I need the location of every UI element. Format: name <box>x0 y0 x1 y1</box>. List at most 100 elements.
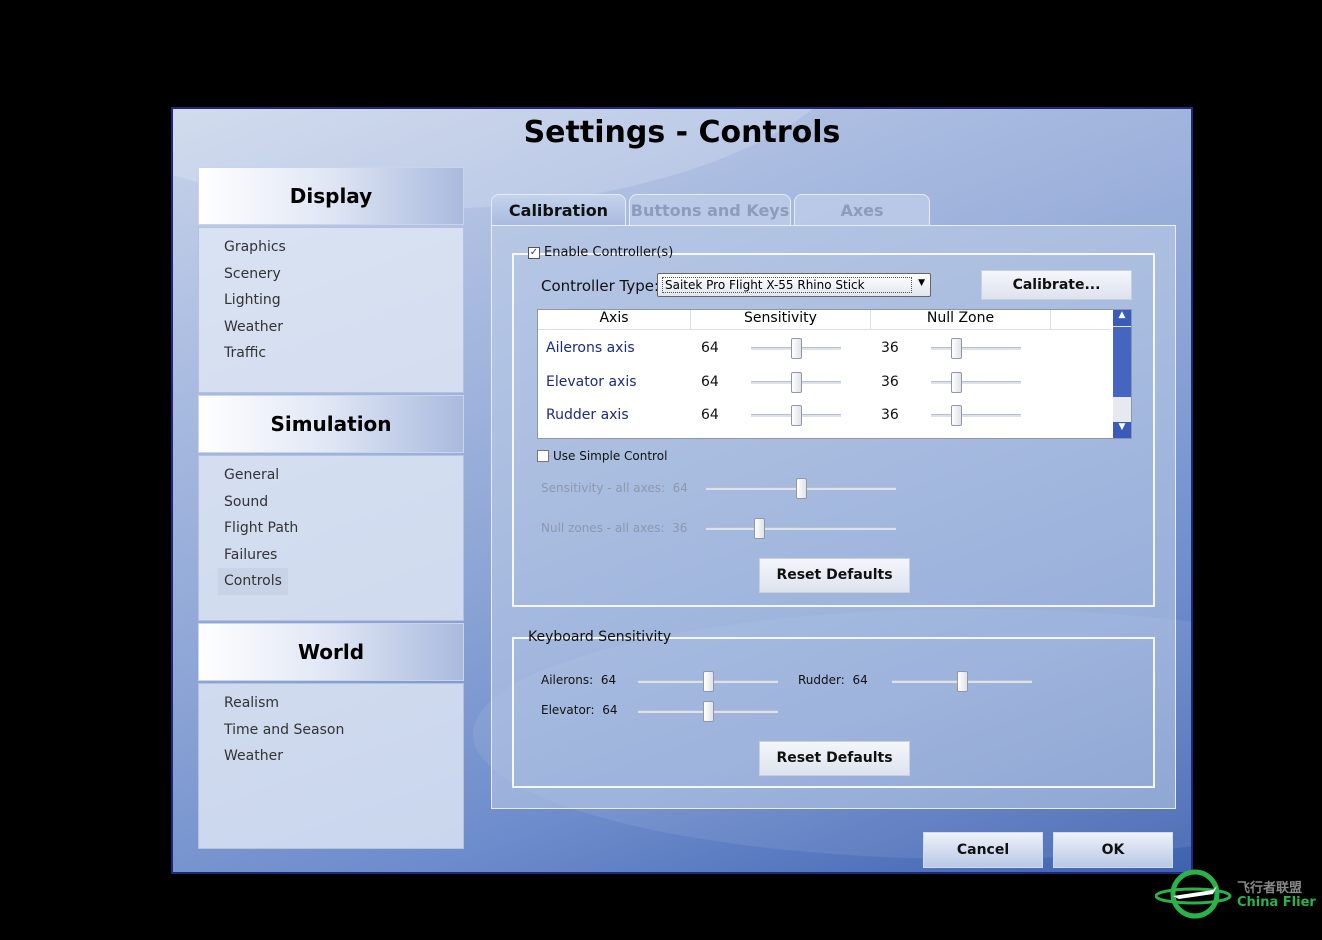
null-zone-value: 36 <box>881 373 899 390</box>
sidebar-row: Weather <box>199 743 463 770</box>
sidebar-item-graphics[interactable]: Graphics <box>218 234 292 261</box>
sidebar-item-traffic[interactable]: Traffic <box>218 340 272 367</box>
slider-thumb[interactable] <box>951 371 963 393</box>
axis-name: Elevator axis <box>546 373 637 390</box>
elevator-slider[interactable] <box>638 701 778 722</box>
sidebar-item-time-and-season[interactable]: Time and Season <box>218 717 350 744</box>
table-row[interactable]: Elevator axis 64 36 <box>538 371 1111 402</box>
slider-thumb[interactable] <box>951 338 963 359</box>
scroll-thumb[interactable] <box>1113 327 1131 397</box>
enable-controller-text: Enable Controller(s) <box>544 245 674 260</box>
chevron-down-icon: ▼ <box>918 278 925 288</box>
sidebar-row: Graphics <box>199 234 463 261</box>
watermark-logo-icon <box>1154 869 1232 919</box>
simple-control-checkbox[interactable] <box>537 450 549 462</box>
tab-calibration[interactable]: Calibration <box>491 194 626 226</box>
elevator-value: 64 <box>602 703 618 717</box>
sensitivity-all-text: Sensitivity - all axes: <box>541 481 666 495</box>
axis-table: Axis Sensitivity Null Zone Ailerons axis… <box>537 309 1132 439</box>
slider-thumb[interactable] <box>957 671 968 692</box>
scroll-down-icon[interactable]: ▼ <box>1113 422 1131 438</box>
slider-thumb[interactable] <box>791 371 802 393</box>
sidebar-item-controls[interactable]: Controls <box>218 568 288 595</box>
table-scrollbar[interactable]: ▲ ▼ <box>1113 310 1131 438</box>
tab-buttons-and-keys[interactable]: Buttons and Keys <box>629 194 791 226</box>
null-all-value: 36 <box>672 521 688 535</box>
sidebar-item-sound[interactable]: Sound <box>218 489 274 516</box>
sidebar-list: General Sound Flight Path Failures Controls <box>198 455 464 621</box>
sensitivity-slider[interactable] <box>751 405 841 426</box>
null-all-text: Null zones - all axes: <box>541 521 665 535</box>
null-all-slider[interactable] <box>706 518 896 539</box>
slider-thumb[interactable] <box>791 405 802 426</box>
sidebar-item-weather[interactable]: Weather <box>218 743 289 770</box>
sensitivity-all-label: Sensitivity - all axes: 64 <box>541 481 688 495</box>
axis-name: Rudder axis <box>546 407 629 423</box>
sidebar-row: General <box>199 462 463 489</box>
ailerons-text: Ailerons: <box>541 673 594 687</box>
ailerons-value: 64 <box>600 673 617 687</box>
slider-thumb[interactable] <box>791 338 802 359</box>
column-header-sensitivity[interactable]: Sensitivity <box>691 310 871 330</box>
sidebar-item-realism[interactable]: Realism <box>218 690 285 717</box>
slider-thumb[interactable] <box>796 478 807 499</box>
controller-type-select[interactable]: Saitek Pro Flight X-55 Rhino Stick ▼ <box>657 273 931 297</box>
sidebar-section-display: Display <box>198 167 464 225</box>
sensitivity-slider[interactable] <box>751 338 841 359</box>
watermark-text-cn: 飞行者联盟 <box>1237 881 1303 896</box>
sidebar-row: Flight Path <box>199 515 463 542</box>
sensitivity-value: 64 <box>701 407 719 423</box>
calibrate-button[interactable]: Calibrate... <box>981 270 1132 300</box>
slider-track <box>931 347 1021 350</box>
ok-button[interactable]: OK <box>1053 832 1173 868</box>
scroll-up-icon[interactable]: ▲ <box>1113 310 1131 326</box>
null-zone-slider[interactable] <box>931 405 1021 426</box>
table-row[interactable]: Ailerons axis 64 36 <box>538 338 1111 368</box>
axis-name: Ailerons axis <box>546 340 635 356</box>
rudder-value: 64 <box>852 673 868 687</box>
null-zone-value: 36 <box>881 340 899 356</box>
table-row[interactable]: Rudder axis 64 36 <box>538 405 1111 435</box>
sidebar-row: Failures <box>199 542 463 569</box>
sidebar-row: Traffic <box>199 340 463 367</box>
sidebar-section-simulation: Simulation <box>198 395 464 453</box>
slider-thumb[interactable] <box>951 405 963 426</box>
enable-controller-checkbox[interactable]: ✓ <box>528 246 540 259</box>
sensitivity-value: 64 <box>701 373 719 390</box>
rudder-slider[interactable] <box>892 671 1032 692</box>
sidebar-item-flight-path[interactable]: Flight Path <box>218 515 304 542</box>
sidebar-item-lighting[interactable]: Lighting <box>218 287 287 314</box>
slider-track <box>706 527 896 530</box>
sidebar-item-weather[interactable]: Weather <box>218 314 289 341</box>
sensitivity-all-slider[interactable] <box>706 478 896 499</box>
sidebar-item-scenery[interactable]: Scenery <box>218 261 287 288</box>
slider-thumb[interactable] <box>754 518 766 539</box>
simple-control-label: Use Simple Control <box>553 449 668 463</box>
controller-group: ✓ Enable Controller(s) Controller Type: … <box>512 245 1155 607</box>
slider-thumb[interactable] <box>703 701 714 722</box>
column-header-axis[interactable]: Axis <box>538 310 691 330</box>
keyboard-group: Keyboard Sensitivity Ailerons: 64 Rudder… <box>512 629 1155 788</box>
watermark-text-en: China Flier <box>1237 895 1316 910</box>
reset-defaults-button[interactable]: Reset Defaults <box>759 558 910 593</box>
sensitivity-slider[interactable] <box>751 371 841 393</box>
ailerons-slider[interactable] <box>638 671 778 692</box>
sidebar-item-failures[interactable]: Failures <box>218 542 283 569</box>
null-zone-slider[interactable] <box>931 371 1021 393</box>
slider-thumb[interactable] <box>703 671 714 692</box>
null-zone-slider[interactable] <box>931 338 1021 359</box>
elevator-text: Elevator: <box>541 703 595 717</box>
cancel-button[interactable]: Cancel <box>923 832 1043 868</box>
calibration-panel: ✓ Enable Controller(s) Controller Type: … <box>491 225 1176 809</box>
column-header-null-zone[interactable]: Null Zone <box>871 310 1051 330</box>
tab-axes[interactable]: Axes <box>794 194 930 226</box>
keyboard-reset-defaults-button[interactable]: Reset Defaults <box>759 741 910 776</box>
sensitivity-value: 64 <box>701 340 719 356</box>
simple-control-option[interactable]: Use Simple Control <box>537 449 667 463</box>
sidebar-row: Weather <box>199 314 463 341</box>
sidebar-item-general[interactable]: General <box>218 462 285 489</box>
window-title: Settings - Controls <box>523 115 841 150</box>
table-header: Axis Sensitivity Null Zone <box>538 310 1111 330</box>
enable-controller-label[interactable]: ✓ Enable Controller(s) <box>522 245 679 260</box>
null-zone-value: 36 <box>881 407 899 423</box>
